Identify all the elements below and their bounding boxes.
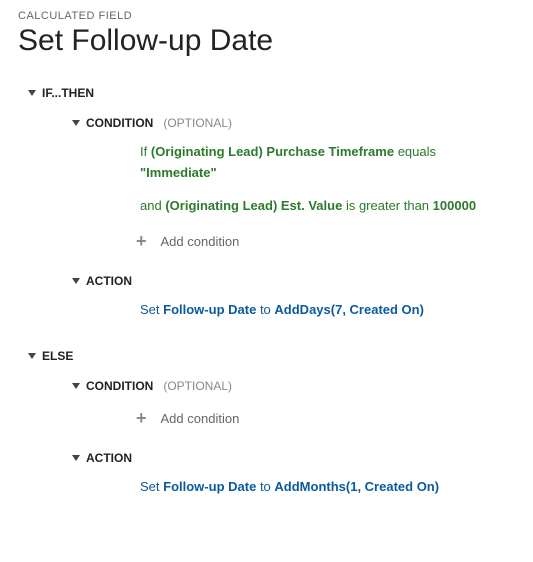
chevron-down-icon [28,353,36,359]
condition-operator: equals [398,144,436,159]
chevron-down-icon [72,278,80,284]
add-condition-label: Add condition [161,411,240,426]
action-row[interactable]: Set Follow-up Date to AddDays(7, Created… [136,294,515,325]
action-prefix: Set [140,479,160,494]
if-then-label: IF...THEN [42,86,94,100]
if-then-header[interactable]: IF...THEN [28,80,515,106]
action-function: AddMonths(1, Created On) [274,479,439,494]
condition-value: "Immediate" [140,165,217,180]
condition-row[interactable]: and (Originating Lead) Est. Value is gre… [136,190,515,223]
condition-prefix: and [140,198,162,213]
condition-value: 100000 [433,198,476,213]
else-action-header[interactable]: ACTION [72,445,515,471]
action-prefix: Set [140,302,160,317]
condition-field: (Originating Lead) Est. Value [165,198,342,213]
else-label: ELSE [42,349,73,363]
action-middle: to [260,479,271,494]
page-title: Set Follow-up Date [18,24,515,58]
chevron-down-icon [72,120,80,126]
condition-label: CONDITION [86,379,153,393]
add-condition-label: Add condition [161,234,240,249]
plus-icon: + [136,409,147,427]
if-action-header[interactable]: ACTION [72,268,515,294]
condition-row[interactable]: If (Originating Lead) Purchase Timeframe… [136,136,515,190]
action-row[interactable]: Set Follow-up Date to AddMonths(1, Creat… [136,471,515,502]
chevron-down-icon [72,455,80,461]
calculated-field-label: CALCULATED FIELD [18,10,515,22]
condition-field: (Originating Lead) Purchase Timeframe [151,144,394,159]
action-label: ACTION [86,451,132,465]
action-field: Follow-up Date [163,302,256,317]
condition-prefix: If [140,144,147,159]
else-header[interactable]: ELSE [28,343,515,369]
chevron-down-icon [72,383,80,389]
add-condition-button[interactable]: + Add condition [136,222,515,260]
action-field: Follow-up Date [163,479,256,494]
condition-optional-label: (OPTIONAL) [163,116,232,130]
add-condition-button[interactable]: + Add condition [136,399,515,437]
else-condition-header[interactable]: CONDITION (OPTIONAL) [72,373,515,399]
chevron-down-icon [28,90,36,96]
if-condition-header[interactable]: CONDITION (OPTIONAL) [72,110,515,136]
plus-icon: + [136,232,147,250]
action-label: ACTION [86,274,132,288]
action-function: AddDays(7, Created On) [274,302,424,317]
condition-operator: is greater than [346,198,429,213]
condition-label: CONDITION [86,116,153,130]
condition-optional-label: (OPTIONAL) [163,379,232,393]
action-middle: to [260,302,271,317]
